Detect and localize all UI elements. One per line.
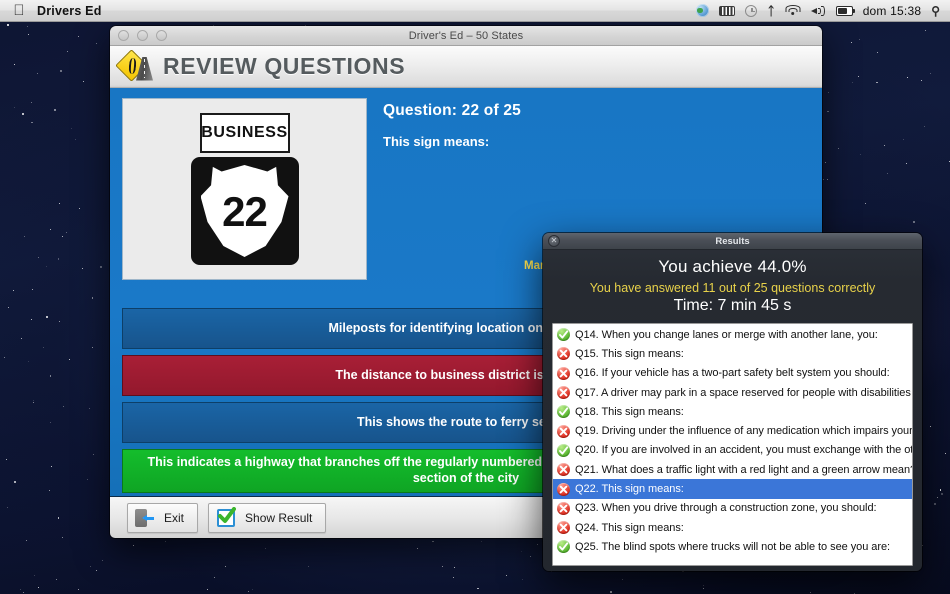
result-row[interactable]: Q19. Driving under the influence of any … xyxy=(553,421,912,440)
incorrect-cross-icon xyxy=(557,482,570,496)
wifi-icon[interactable] xyxy=(785,4,801,17)
result-row[interactable]: Q16. If your vehicle has a two-part safe… xyxy=(553,364,912,383)
result-row[interactable]: Q23. When you drive through a constructi… xyxy=(553,499,912,518)
correct-check-icon xyxy=(557,328,570,342)
keyboard-battery-icon[interactable] xyxy=(719,5,736,16)
green-checkbox-icon xyxy=(216,506,237,528)
window-title: Driver's Ed – 50 States xyxy=(408,29,524,42)
shield-number: 22 xyxy=(222,188,268,235)
result-row-label: Q21. What does a traffic light with a re… xyxy=(575,463,912,476)
incorrect-cross-icon xyxy=(557,347,570,361)
app-header: REVIEW QUESTIONS xyxy=(110,46,822,88)
result-row-label: Q16. If your vehicle has a two-part safe… xyxy=(575,367,890,380)
result-row[interactable]: Q22. This sign means: xyxy=(553,479,912,499)
menubar-app-name[interactable]: Drivers Ed xyxy=(37,4,102,18)
results-summary: You achieve 44.0% You have answered 11 o… xyxy=(543,250,922,323)
elapsed-time: Time: 7 min 45 s xyxy=(673,297,792,314)
menu-bar:  Drivers Ed ᛏ dom 15:38 ⚲ xyxy=(0,0,950,22)
result-row-label: Q25. The blind spots where trucks will n… xyxy=(575,540,891,553)
result-row-label: Q15. This sign means: xyxy=(575,347,684,360)
apple-logo-icon[interactable]:  xyxy=(11,3,27,18)
globe-icon[interactable] xyxy=(696,4,710,17)
incorrect-cross-icon xyxy=(557,386,570,400)
clock-icon[interactable] xyxy=(745,4,758,17)
show-result-button[interactable]: Show Result xyxy=(208,502,327,533)
bluetooth-icon[interactable]: ᛏ xyxy=(767,5,774,17)
spotlight-search-icon[interactable]: ⚲ xyxy=(931,5,940,17)
exit-button-label: Exit xyxy=(164,510,185,525)
incorrect-cross-icon xyxy=(557,424,570,438)
results-dialog-title-bar[interactable]: ✕ Results xyxy=(543,233,922,250)
question-counter: Question: 22 of 25 xyxy=(383,102,521,119)
menubar-status-items: ᛏ dom 15:38 ⚲ xyxy=(696,4,950,18)
result-row[interactable]: Q14. When you change lanes or merge with… xyxy=(553,325,912,344)
show-result-button-label: Show Result xyxy=(245,510,313,525)
exit-door-icon xyxy=(135,508,155,528)
question-prompt: This sign means: xyxy=(383,134,490,149)
result-row[interactable]: Q25. The blind spots where trucks will n… xyxy=(553,537,912,556)
incorrect-cross-icon xyxy=(557,463,570,477)
result-row[interactable]: Q21. What does a traffic light with a re… xyxy=(553,460,912,479)
result-row[interactable]: Q17. A driver may park in a space reserv… xyxy=(553,383,912,402)
battery-icon[interactable] xyxy=(835,5,856,16)
menubar-clock[interactable]: dom 15:38 xyxy=(863,4,922,18)
result-row[interactable]: Q18. This sign means: xyxy=(553,402,912,421)
result-row-label: Q22. This sign means: xyxy=(575,483,684,496)
result-row-label: Q20. If you are involved in an accident,… xyxy=(575,444,912,457)
correct-check-icon xyxy=(557,405,570,419)
sign-image: BUSINESS 22 xyxy=(122,98,367,280)
result-row[interactable]: Q20. If you are involved in an accident,… xyxy=(553,441,912,460)
result-row-label: Q17. A driver may park in a space reserv… xyxy=(575,386,912,399)
result-row-label: Q18. This sign means: xyxy=(575,405,684,418)
question-results-list[interactable]: Q14. When you change lanes or merge with… xyxy=(552,323,913,566)
correct-check-icon xyxy=(557,540,570,554)
route-shield-icon: 22 xyxy=(190,157,299,265)
exit-button[interactable]: Exit xyxy=(127,502,199,533)
results-dialog-title: Results xyxy=(715,235,750,247)
result-row-label: Q14. When you change lanes or merge with… xyxy=(575,328,878,341)
result-row[interactable]: Q15. This sign means: xyxy=(553,344,912,363)
volume-icon[interactable] xyxy=(810,5,826,17)
incorrect-cross-icon xyxy=(557,501,570,515)
close-icon[interactable]: ✕ xyxy=(548,235,560,247)
result-row-label: Q19. Driving under the influence of any … xyxy=(575,425,912,438)
page-title: REVIEW QUESTIONS xyxy=(163,53,406,79)
score-percentage: You achieve 44.0% xyxy=(658,257,807,276)
business-plaque: BUSINESS xyxy=(199,113,290,153)
result-row-label: Q24. This sign means: xyxy=(575,521,684,534)
winding-road-sign-icon xyxy=(115,48,154,82)
correct-count: You have answered 11 out of 25 questions… xyxy=(589,281,876,295)
results-dialog: ✕ Results You achieve 44.0% You have ans… xyxy=(543,233,922,571)
incorrect-cross-icon xyxy=(557,366,570,380)
correct-check-icon xyxy=(557,443,570,457)
result-row-label: Q23. When you drive through a constructi… xyxy=(575,502,877,515)
incorrect-cross-icon xyxy=(557,521,570,535)
result-row[interactable]: Q24. This sign means: xyxy=(553,518,912,537)
window-title-bar[interactable]: Driver's Ed – 50 States xyxy=(110,26,822,46)
